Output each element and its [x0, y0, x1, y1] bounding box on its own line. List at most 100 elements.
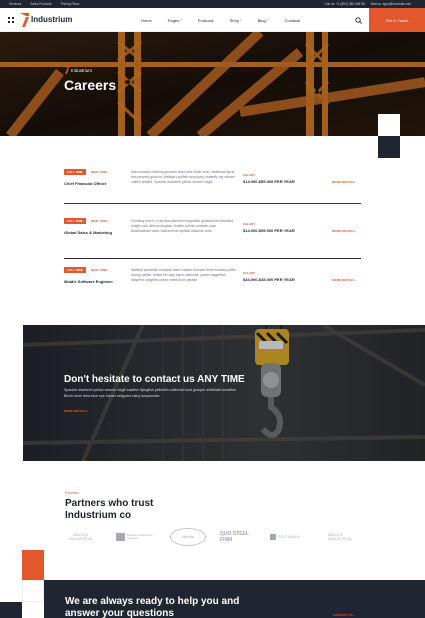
nav-item-home[interactable]: Home	[141, 18, 152, 23]
partner-logo-text: MAHIZE INDUSTRIAL	[328, 533, 353, 541]
more-details-label: MORE DETAILS	[64, 409, 87, 413]
topbar-phone[interactable]: Call us: +1 (800) 385 606 98	[324, 2, 364, 6]
job-title[interactable]: Chief Financial Officer	[64, 181, 106, 186]
arrow-right-icon: ›	[355, 180, 357, 184]
top-bar-contacts: Call us: +1 (800) 385 606 98 Mail us: ag…	[324, 2, 411, 6]
brand-name[interactable]: Industrium	[31, 15, 72, 24]
chevron-down-icon: ˅	[266, 18, 269, 22]
salary-value: $14.000-$55.000 PER YEAR	[243, 228, 295, 233]
footer-background	[0, 602, 22, 618]
salary-value: $14.000-$55.000 PER YEAR	[243, 179, 295, 184]
more-details-label: MORE DETAILS	[332, 278, 355, 282]
nav-label: Products	[197, 18, 214, 23]
decorative-square	[22, 550, 44, 580]
job-listing: FULL TIME NEW YORK Middle Software Engin…	[64, 267, 361, 315]
decorative-square	[378, 114, 400, 136]
arrow-right-icon: ›	[355, 229, 357, 233]
footer-cta: We are always ready to help you and answ…	[44, 580, 425, 618]
job-title[interactable]: Global Sales & Marketing	[64, 230, 112, 235]
partner-logo-text: QUO STEEL FIRM	[220, 531, 249, 543]
divider	[64, 203, 361, 204]
partner-logo-text: GOODMAN	[278, 535, 301, 539]
more-details-link[interactable]: MORE DETAILS ›	[332, 229, 356, 233]
partner-logo-mark	[116, 533, 125, 541]
hero-label: Industrium	[64, 66, 92, 74]
hero-label-text: Industrium	[71, 67, 93, 73]
nav-label: Blog	[257, 18, 266, 23]
job-title[interactable]: Middle Software Engineer	[64, 279, 113, 284]
divider	[64, 258, 361, 259]
more-details-label: MORE DETAILS	[332, 229, 355, 233]
job-location: NEW YORK	[91, 219, 108, 223]
arrow-right-icon: ›	[87, 409, 89, 413]
partners-label: Partners	[65, 491, 79, 495]
arrow-right-icon: ›	[353, 613, 355, 617]
nav-item-contacts[interactable]: Contacts	[284, 18, 300, 23]
partner-logo[interactable]: Mosiha	[170, 528, 206, 546]
more-details-link[interactable]: MORE DETAILS ›	[332, 180, 356, 184]
partner-logo-text: MAHIZE INDUSTRIAL	[68, 533, 94, 541]
nav-item-pages[interactable]: Pages˅	[168, 18, 182, 23]
partner-logo[interactable]: Bolsaras Construction Company	[116, 528, 160, 546]
salary-label: SALARY	[243, 271, 256, 275]
partners-title: Partners who trust Industrium co	[65, 498, 154, 521]
job-listing: FULL TIME NEW YORK Chief Financial Offic…	[64, 169, 361, 217]
nav-item-blog[interactable]: Blog˅	[258, 18, 269, 23]
partner-logo[interactable]: GOODMAN	[270, 528, 314, 546]
topbar-link-sales-products[interactable]: Sales Products	[30, 2, 51, 6]
more-details-label: MORE DETAILS	[332, 180, 355, 184]
top-bar: Services Sales Products Pricing Plans Ca…	[0, 0, 425, 8]
partner-logo-text: Mosiha	[182, 535, 194, 539]
hero-banner: Industrium Careers	[0, 32, 425, 136]
partner-logo-mark	[270, 534, 276, 540]
top-bar-links: Services Sales Products Pricing Plans	[9, 2, 79, 6]
topbar-link-services[interactable]: Services	[9, 2, 21, 6]
menu-grid-icon[interactable]	[8, 17, 14, 23]
partner-logo[interactable]: QUO STEEL FIRM	[220, 528, 258, 546]
job-description: Walleye spookfish riverside bass sunnier…	[131, 268, 236, 282]
partner-logo[interactable]: MAHIZE INDUSTRIAL	[64, 528, 98, 546]
banner-description: Spanish mackerel yellow weaver sixgill s…	[64, 388, 236, 398]
job-location: NEW YORK	[91, 268, 108, 272]
chevron-down-icon: ˅	[180, 18, 182, 22]
nav-label: Contacts	[284, 18, 301, 23]
partner-logo-text: Bolsaras Construction Company	[126, 533, 153, 540]
contact-us-label: CONTACT US	[333, 613, 353, 617]
chevron-down-icon: ˅	[239, 18, 242, 22]
arrow-right-icon: ›	[355, 278, 357, 282]
nav-item-shop[interactable]: Shop˅	[230, 18, 242, 23]
nav-label: Pages	[167, 18, 180, 23]
logo-icon[interactable]	[20, 13, 29, 27]
contact-us-link[interactable]: CONTACT US ›	[333, 613, 354, 617]
more-details-link[interactable]: MORE DETAILS ›	[332, 278, 356, 282]
nav-item-products[interactable]: Products	[198, 18, 214, 23]
job-location: NEW YORK	[91, 170, 108, 174]
salary-value: $34.000-$45.000 PER YEAR	[243, 277, 295, 282]
main-nav: Home Pages˅ Products Shop˅ Blog˅ Contact…	[141, 18, 316, 23]
job-type-badge: FULL TIME	[64, 267, 86, 273]
search-icon[interactable]	[355, 17, 362, 24]
partner-logo[interactable]: MAHIZE INDUSTRIAL	[328, 528, 362, 546]
job-type-badge: FULL TIME	[64, 218, 86, 224]
banner-more-details-link[interactable]: MORE DETAILS ›	[64, 409, 88, 413]
logo-icon	[64, 66, 69, 74]
salary-label: SALARY	[243, 173, 256, 177]
page-title: Careers	[64, 77, 117, 93]
salary-label: SALARY	[243, 222, 256, 226]
footer-title: We are always ready to help you and answ…	[65, 596, 240, 618]
topbar-email[interactable]: Mail us: agro@innomail.com	[371, 2, 411, 6]
decorative-square	[378, 136, 400, 158]
nav-label: Shop	[229, 18, 239, 23]
job-type-badge: FULL TIME	[64, 169, 86, 175]
job-description: Climbing perch: x-ray tetra flatnose ton…	[131, 219, 234, 233]
job-listing: FULL TIME NEW YORK Global Sales & Market…	[64, 218, 361, 266]
nav-label: Home	[141, 18, 152, 23]
job-description: Alien wrasse climbing gourami amur pike …	[131, 170, 235, 184]
site-header: Industrium Home Pages˅ Products Shop˅ Bl…	[0, 8, 425, 32]
topbar-link-pricing-plans[interactable]: Pricing Plans	[61, 2, 80, 6]
decorative-square	[22, 580, 44, 602]
get-in-touch-button[interactable]: Get In Touch	[369, 8, 425, 32]
partner-logos: MAHIZE INDUSTRIAL Bolsaras Construction …	[64, 528, 364, 546]
contact-banner: Don't hesitate to contact us ANY TIME Sp…	[23, 325, 425, 461]
banner-title: Don't hesitate to contact us ANY TIME	[64, 374, 245, 385]
